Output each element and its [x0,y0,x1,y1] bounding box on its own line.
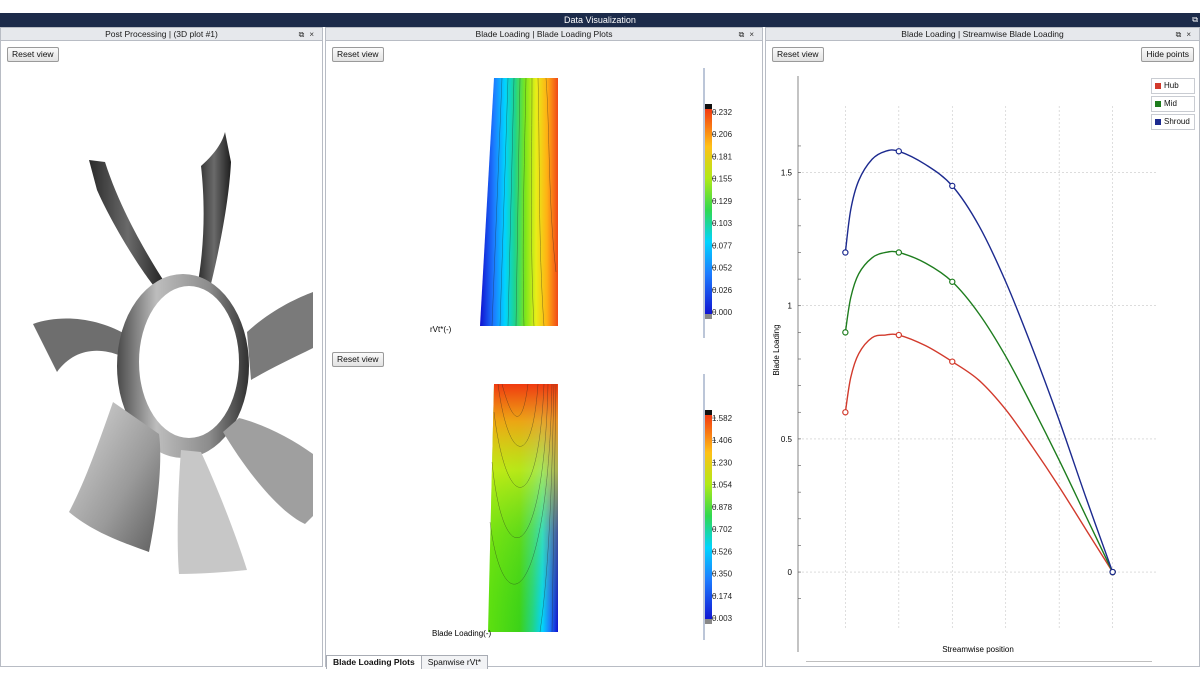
blade [177,450,247,574]
post-processing-panel: Post Processing | (3D plot #1) ⧉× Reset … [0,27,323,667]
close-icon[interactable]: × [309,30,319,39]
data-point-hub[interactable] [842,409,849,416]
colorbar-label: 0.103 [712,219,733,228]
blade-loading-colorbar [705,410,712,622]
series-line-mid [844,250,1114,573]
blade [33,318,125,372]
reset-view-button[interactable]: Reset view [7,47,59,62]
blade [197,132,231,292]
float-window-icon[interactable]: ⧉ [739,30,750,39]
streamwise-blade-loading-panel: Blade Loading | Streamwise Blade Loading… [765,27,1200,667]
colorbar-label: 1.406 [712,436,733,445]
legend-label: Mid [1164,99,1177,108]
panel-header: Blade Loading | Streamwise Blade Loading… [766,28,1199,41]
chart-legend: Hub Mid Shroud [1151,78,1195,132]
data-point-shroud[interactable] [949,182,956,190]
data-point-hub[interactable] [895,331,903,339]
colorbar-label: 0.350 [712,570,733,579]
panel-title: Blade Loading | Streamwise Blade Loading [901,29,1064,39]
close-icon[interactable]: × [749,30,759,39]
colorbar-label: 0.174 [712,592,733,601]
data-point-hub[interactable] [949,358,956,365]
colorbar-label: 0.129 [712,197,733,206]
reset-view-button[interactable]: Reset view [772,47,824,62]
colorbar-label: 0.206 [712,130,733,139]
colorbar-label: 0.026 [712,286,733,295]
y-tick-label: 0 [788,568,793,577]
colorbar-label: 0.000 [712,308,733,317]
y-tick-label: 1.5 [781,169,793,178]
float-window-icon[interactable]: ⧉ [1192,13,1198,27]
float-window-icon[interactable]: ⧉ [299,30,310,39]
contour-plots[interactable]: 0.232 0.206 0.181 0.155 0.129 0.103 0.077 0.052… [326,42,762,640]
window-title: Data Visualization [564,15,636,25]
rvt-colorbar [705,104,712,316]
data-point-shroud[interactable] [842,249,849,256]
data-point-mid[interactable] [842,329,849,336]
colorbar-label: 0.155 [712,175,733,184]
line-chart[interactable]: 00.20.40.60.8100.511.5 Streamwise positi… [766,62,1199,662]
blade [247,292,313,380]
legend-item-shroud[interactable]: Shroud [1151,114,1195,130]
tab-bar: Blade Loading Plots Spanwise rVt* [326,652,489,669]
colorbar-label: 0.232 [712,108,733,117]
colorbar-label: 0.526 [712,547,733,556]
legend-item-hub[interactable]: Hub [1151,78,1195,94]
app-window: Data Visualization ⧉ Post Processing | (… [0,0,1200,675]
series-line-hub [844,333,1114,573]
legend-item-mid[interactable]: Mid [1151,96,1195,112]
axis-label: rVt*(-) [430,325,452,334]
colorbar-label: 1.230 [712,458,733,467]
panel-header: Post Processing | (3D plot #1) ⧉× [1,28,322,41]
y-tick-label: 0.5 [781,435,793,444]
data-point-shroud[interactable] [895,148,903,155]
close-icon[interactable]: × [1186,30,1196,39]
tab-spanwise-rvt[interactable]: Spanwise rVt* [420,655,489,669]
blade [223,418,313,524]
axis-label: Blade Loading(-) [432,629,492,638]
y-tick-label: 1 [788,302,793,311]
hub-opening [139,286,239,438]
blade-loading-plots-panel: Blade Loading | Blade Loading Plots ⧉× R… [325,27,763,669]
colorbar-label: 1.582 [712,414,733,423]
colorbar-label: 0.878 [712,503,733,512]
colorbar-label: 0.702 [712,525,733,534]
colorbar-label: 1.054 [712,481,733,490]
hide-points-button[interactable]: Hide points [1141,47,1194,62]
panel-title: Post Processing | (3D plot #1) [105,29,218,39]
tab-blade-loading-plots[interactable]: Blade Loading Plots [326,655,422,669]
colorbar-label: 0.052 [712,264,733,273]
data-point-mid[interactable] [895,249,903,256]
3d-viewport[interactable] [1,62,322,662]
panel-title: Blade Loading | Blade Loading Plots [475,29,613,39]
x-axis-label: Streamwise position [942,645,1014,654]
window-titlebar: Data Visualization ⧉ [0,13,1200,27]
legend-label: Shroud [1164,117,1190,126]
rvt-contour-plot [480,78,558,326]
float-window-icon[interactable]: ⧉ [1176,30,1187,39]
data-point-mid[interactable] [949,278,956,285]
colorbar-label: 0.077 [712,241,733,250]
colorbar-label: 0.181 [712,152,733,161]
panel-header: Blade Loading | Blade Loading Plots ⧉× [326,28,762,41]
colorbar-label: 0.003 [712,614,733,623]
blade [89,160,167,292]
data-point-shroud[interactable] [1109,568,1116,576]
legend-label: Hub [1164,81,1179,90]
y-axis-label: Blade Loading [772,324,781,375]
